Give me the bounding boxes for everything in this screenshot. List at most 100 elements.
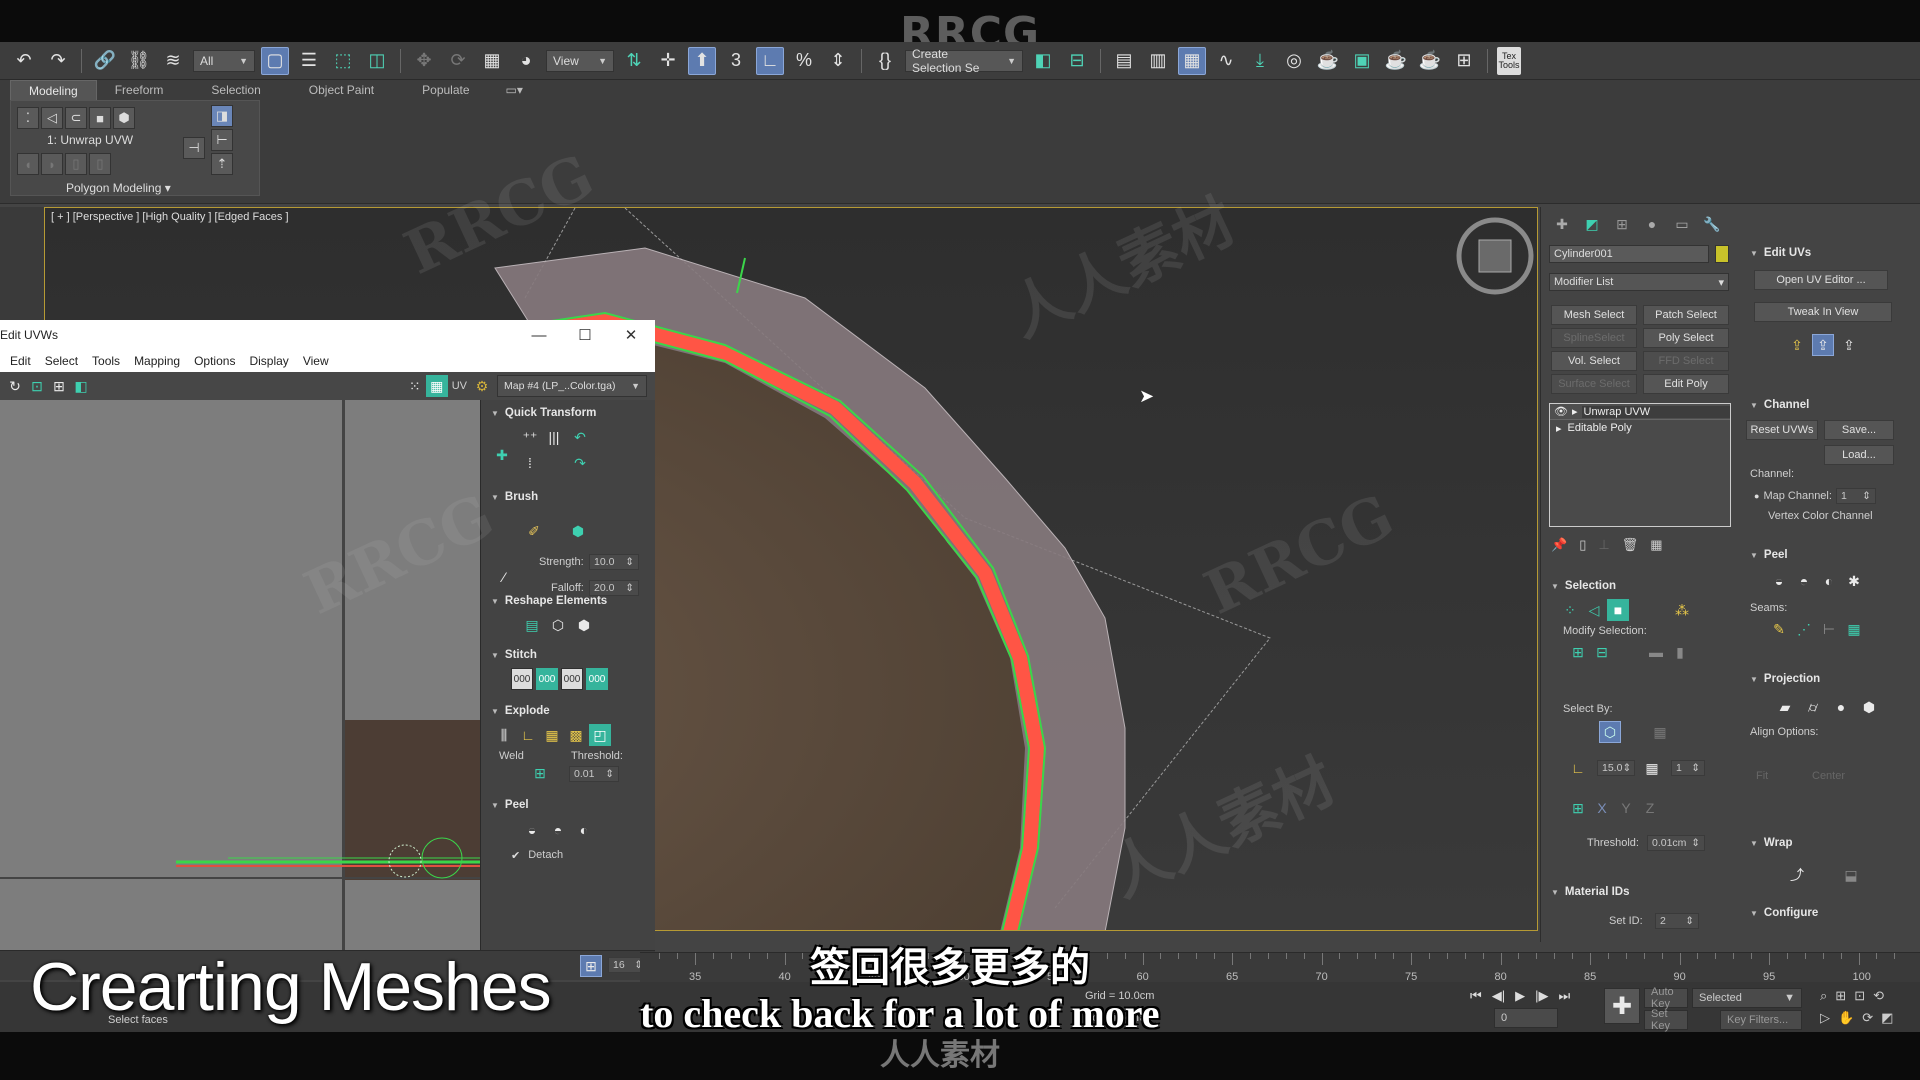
reset-peel-icon[interactable]: ◐ xyxy=(1818,570,1840,592)
motion-icon[interactable]: ● xyxy=(1641,213,1663,235)
ribbon-tab-modeling[interactable]: Modeling xyxy=(10,80,97,100)
relax-icon[interactable]: ⬡ xyxy=(547,614,569,636)
select-by-name-icon[interactable]: ☰ xyxy=(295,47,323,75)
rollout-brush[interactable]: ▼ Brush xyxy=(481,488,655,506)
rotate-cw-icon[interactable]: ↷ xyxy=(569,452,591,474)
material-editor-icon[interactable]: ◎ xyxy=(1280,47,1308,75)
tweak-uv-icon[interactable]: ⇪ xyxy=(1812,334,1834,356)
quick-planar-icon[interactable]: ⇪ xyxy=(1786,334,1808,356)
rollout-quick-transform[interactable]: ▼ Quick Transform xyxy=(481,404,655,422)
save-button[interactable]: Save... xyxy=(1824,420,1894,440)
grow-selection-icon[interactable]: ⊞ xyxy=(1567,641,1589,663)
seams-from-selection-icon[interactable]: ▦ xyxy=(1843,618,1865,640)
next-frame-icon[interactable]: |▶ xyxy=(1535,988,1548,1004)
count-spinner[interactable]: 1 ⇕ xyxy=(1671,760,1705,776)
spline-mapping-icon[interactable]: ⤴ xyxy=(1786,864,1808,886)
next-modifier-icon[interactable]: ◗ xyxy=(41,153,63,175)
select-manipulate-icon[interactable]: ✛ xyxy=(654,47,682,75)
spinner-snap-icon[interactable]: ⇕ xyxy=(824,47,852,75)
axis-x-icon[interactable]: X xyxy=(1591,797,1613,819)
unfold-strip-icon[interactable]: ⬓ xyxy=(1840,864,1862,886)
hierarchy-icon[interactable]: ⊞ xyxy=(1611,213,1633,235)
selection-filter-dropdown[interactable]: All ▼ xyxy=(193,49,255,72)
display-icon[interactable]: ▭ xyxy=(1671,213,1693,235)
peel-mode-icon[interactable]: ◓ xyxy=(547,819,569,841)
scene-explorer-icon[interactable]: ▦ xyxy=(1178,46,1206,75)
open-uv-editor-button[interactable]: Open UV Editor ... xyxy=(1754,270,1888,290)
flatten-by-smoothing-icon[interactable]: ∟ xyxy=(517,724,539,746)
render-icon[interactable]: ☕ xyxy=(1382,47,1410,75)
vertex-color-channel-radio[interactable]: Vertex Color Channel xyxy=(1768,510,1873,522)
walk-icon[interactable]: ⟳ xyxy=(1862,1010,1873,1026)
set-key-add-icon[interactable]: ✚ xyxy=(1604,988,1640,1024)
shrink-selection-icon[interactable]: ⊟ xyxy=(1591,641,1613,663)
checker-pattern-icon[interactable]: ⁙ xyxy=(404,375,426,397)
ribbon-tab-selection[interactable]: Selection xyxy=(181,80,278,100)
show-end-result-icon[interactable]: ◨ xyxy=(211,105,233,127)
uv-label[interactable]: UV xyxy=(452,380,467,392)
weld-threshold-spinner[interactable]: 0.01 ⇕ xyxy=(569,766,619,782)
named-selection-dropdown[interactable]: Create Selection Se ▼ xyxy=(905,47,1023,75)
tweak-in-view-button[interactable]: Tweak In View xyxy=(1754,302,1892,322)
relax-brush-icon[interactable]: ⬢ xyxy=(567,520,589,542)
rollout-material-ids[interactable]: ▼ Material IDs xyxy=(1541,883,1629,901)
detach-checkbox-row[interactable]: ✔ Detach xyxy=(481,846,655,864)
uv-canvas[interactable] xyxy=(0,400,480,980)
falloff-spinner[interactable]: 20.0 ⇕ xyxy=(589,580,639,596)
scale-icon[interactable]: ▦ xyxy=(478,47,506,75)
planar-map-icon[interactable]: ▰ xyxy=(1774,696,1796,718)
edit-named-sel-icon[interactable]: {} xyxy=(871,47,899,75)
object-color-swatch[interactable] xyxy=(1715,245,1729,263)
rollout-peel[interactable]: ▼ Peel xyxy=(481,796,655,814)
expand-triangle-icon[interactable]: ▸ xyxy=(1556,422,1562,435)
rollout-explode[interactable]: ▼ Explode xyxy=(481,702,655,720)
map-settings-icon[interactable]: ⚙ xyxy=(471,375,493,397)
flatten-by-polygon-icon[interactable]: ▩ xyxy=(565,724,587,746)
minimize-button[interactable]: — xyxy=(524,323,554,347)
menu-display[interactable]: Display xyxy=(249,354,288,368)
vol-select-button[interactable]: Vol. Select xyxy=(1551,351,1637,371)
point-to-point-seam-icon[interactable]: ⋰ xyxy=(1793,618,1815,640)
viewport-label[interactable]: [ + ] [Perspective ] [High Quality ] [Ed… xyxy=(51,211,289,223)
toggle-ribbon-icon[interactable]: ▥ xyxy=(1144,47,1172,75)
menu-edit[interactable]: Edit xyxy=(10,354,31,368)
edit-seams-icon[interactable]: ✎ xyxy=(1768,618,1790,640)
align-vertical-2-icon[interactable]: ⁞ xyxy=(519,452,541,474)
align-icon[interactable]: ⊟ xyxy=(1063,47,1091,75)
spline-select-button[interactable]: SplineSelect xyxy=(1551,328,1637,348)
show-map-icon[interactable]: ▦ xyxy=(425,375,448,397)
vertex-select-icon[interactable]: ⁘ xyxy=(1559,599,1581,621)
rollout-stitch[interactable]: ▼ Stitch xyxy=(481,646,655,664)
object-name-field[interactable]: Cylinder001 xyxy=(1549,245,1709,263)
zoom-icon[interactable]: ⌕ xyxy=(1820,988,1827,1004)
previous-modifier-icon[interactable]: ◖ xyxy=(17,153,39,175)
curve-editor-icon[interactable]: ∿ xyxy=(1212,47,1240,75)
axis-y-icon[interactable]: Y xyxy=(1615,797,1637,819)
link-icon[interactable]: 🔗 xyxy=(91,47,119,75)
polygon-mode-icon[interactable]: ■ xyxy=(89,107,111,129)
rollout-selection[interactable]: ▼ Selection xyxy=(1541,577,1616,595)
goto-end-icon[interactable]: ⏭ xyxy=(1558,988,1570,1004)
map-dropdown[interactable]: Map #4 (LP_..Color.tga) ▼ xyxy=(497,375,647,397)
schematic-view-icon[interactable]: ⤓ xyxy=(1246,47,1274,75)
straighten-icon[interactable]: ▤ xyxy=(521,614,543,636)
strength-spinner[interactable]: 10.0 ⇕ xyxy=(589,554,639,570)
pan-icon[interactable]: ✋ xyxy=(1838,1010,1854,1026)
stitch-target-icon[interactable]: 000 xyxy=(586,668,608,690)
mirror-uv-icon[interactable]: ◧ xyxy=(70,375,92,397)
configure-sets-icon[interactable]: ▦ xyxy=(1650,537,1662,553)
reset-tweak-icon[interactable]: ⇪ xyxy=(1838,334,1860,356)
fov-icon[interactable]: ▷ xyxy=(1820,1010,1830,1026)
axis-z-icon[interactable]: Z xyxy=(1639,797,1661,819)
mirror-icon[interactable]: ◧ xyxy=(1029,47,1057,75)
prev-frame-icon[interactable]: ◀| xyxy=(1492,988,1505,1004)
expand-triangle-icon[interactable]: ▸ xyxy=(1572,405,1578,418)
show-end-result-icon[interactable]: ▯ xyxy=(1579,537,1586,553)
undo-icon[interactable]: ↶ xyxy=(10,47,38,75)
use-soft-selection-icon[interactable]: ⊢ xyxy=(211,129,233,151)
cylindrical-map-icon[interactable]: ⌭ xyxy=(1802,696,1824,718)
modifier-list-dropdown[interactable]: Modifier List ▾ xyxy=(1549,273,1729,291)
set-pivot-icon[interactable]: ✚ xyxy=(491,444,513,466)
auto-key-button[interactable]: Auto Key xyxy=(1644,986,1688,1010)
fit-selection-icon[interactable]: ⊡ xyxy=(26,375,48,397)
